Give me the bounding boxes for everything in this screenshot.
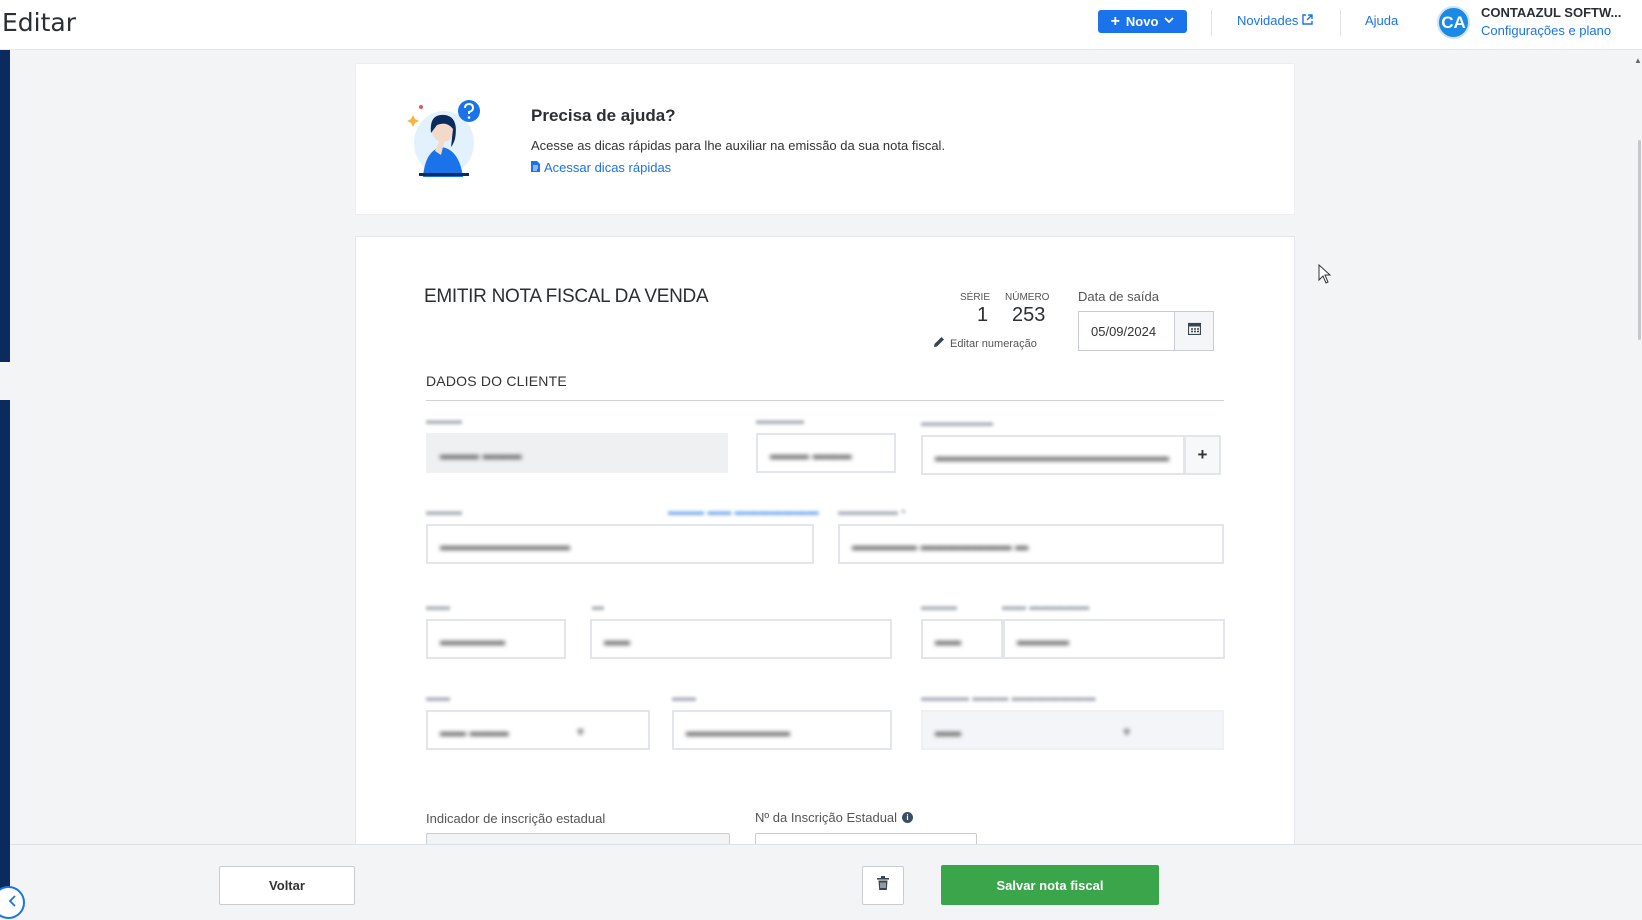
blurred-field[interactable]: ▬▬▬ ▬▬▬ bbox=[756, 433, 896, 473]
blurred-label: ▬▬ bbox=[426, 599, 450, 613]
blurred-label: ▬▬ ▬▬▬▬▬ bbox=[1002, 599, 1090, 613]
trash-icon bbox=[877, 876, 889, 895]
client-field[interactable]: ▬▬▬ ▬▬▬ bbox=[426, 433, 728, 473]
avatar[interactable]: CA bbox=[1437, 6, 1470, 39]
help-illustration-icon bbox=[401, 99, 483, 179]
divider bbox=[1340, 10, 1341, 36]
save-invoice-button[interactable]: Salvar nota fiscal bbox=[941, 865, 1159, 905]
add-button[interactable]: + bbox=[1185, 435, 1221, 475]
calendar-button[interactable] bbox=[1174, 311, 1214, 351]
blurred-field[interactable]: ▬▬▬▬▬▬▬▬▬▬ bbox=[426, 524, 814, 564]
numero-value: 253 bbox=[1012, 304, 1046, 326]
help-link[interactable]: Ajuda bbox=[1365, 13, 1398, 28]
edit-numbering-link[interactable]: Editar numeração bbox=[933, 336, 1037, 351]
blurred-select[interactable]: ▬▬ ▾ bbox=[921, 710, 1224, 750]
back-button[interactable]: Voltar bbox=[219, 866, 355, 905]
blurred-field[interactable]: ▬▬▬▬▬ bbox=[426, 619, 566, 659]
news-link[interactable]: Novidades bbox=[1237, 13, 1314, 28]
quick-tips-label: Acessar dicas rápidas bbox=[544, 160, 672, 175]
scrollbar-thumb[interactable] bbox=[1638, 140, 1641, 340]
section-title: DADOS DO CLIENTE bbox=[426, 373, 567, 389]
document-icon bbox=[531, 160, 540, 175]
state-indicator-label: Indicador de inscrição estadual bbox=[426, 811, 606, 826]
blurred-label: ▬▬▬ bbox=[426, 413, 462, 427]
plus-icon: + bbox=[1197, 445, 1208, 464]
quick-tips-link[interactable]: Acessar dicas rápidas bbox=[531, 160, 671, 175]
blurred-label: ▬▬ bbox=[672, 690, 696, 704]
info-icon[interactable]: i bbox=[902, 812, 914, 823]
company-name[interactable]: CONTAAZUL SOFTW... bbox=[1481, 5, 1621, 20]
blurred-label: ▬▬ bbox=[426, 690, 450, 704]
edit-numbering-label: Editar numeração bbox=[950, 337, 1037, 350]
blurred-field[interactable]: ▬▬▬▬▬▬▬▬▬▬▬▬▬▬▬▬▬▬ bbox=[921, 435, 1185, 475]
invoice-title: EMITIR NOTA FISCAL DA VENDA bbox=[424, 286, 709, 307]
serie-label: SÉRIE bbox=[960, 292, 991, 303]
state-registration-label-group: Nº da Inscrição Estadual i bbox=[755, 810, 914, 825]
news-link-label: Novidades bbox=[1237, 13, 1299, 28]
sidebar-strip bbox=[0, 50, 10, 362]
divider bbox=[1211, 10, 1212, 36]
page-title: Editar bbox=[2, 8, 77, 37]
blurred-field[interactable]: ▬▬ ▬▬▬ ▾ bbox=[426, 710, 650, 750]
blurred-label: ▬▬▬▬ ▬▬▬ ▬▬▬▬▬▬▬ bbox=[921, 690, 1096, 704]
sidebar-strip bbox=[0, 400, 10, 890]
help-text: Acesse as dicas rápidas para lhe auxilia… bbox=[531, 138, 946, 153]
blurred-field[interactable]: ▬▬ bbox=[590, 619, 892, 659]
calendar-icon bbox=[1187, 322, 1201, 340]
blurred-field[interactable]: ▬▬▬▬▬▬▬▬ bbox=[672, 710, 892, 750]
blurred-label: ▬ bbox=[592, 599, 604, 613]
date-input[interactable]: 05/09/2024 bbox=[1078, 311, 1174, 351]
plus-icon: + bbox=[1110, 12, 1120, 30]
numero-label: NÚMERO bbox=[1005, 292, 1050, 303]
serie-value: 1 bbox=[977, 304, 989, 326]
delete-button[interactable] bbox=[862, 866, 904, 905]
top-bar: Editar + Novo Novidades Ajuda CA CONTAAZ… bbox=[0, 0, 1642, 50]
blurred-label: ▬▬▬▬ bbox=[756, 413, 804, 427]
date-label: Data de saída bbox=[1078, 289, 1159, 304]
invoice-card: EMITIR NOTA FISCAL DA VENDA SÉRIE 1 NÚME… bbox=[355, 236, 1295, 853]
blurred-label: ▬▬▬▬▬ ▪ bbox=[838, 504, 906, 518]
blurred-field[interactable]: ▬▬▬▬ bbox=[1003, 619, 1225, 659]
chevron-down-icon bbox=[1164, 16, 1175, 27]
help-card: Precisa de ajuda? Acesse as dicas rápida… bbox=[355, 63, 1295, 215]
section-divider bbox=[426, 400, 1224, 401]
blurred-link[interactable]: ▬▬▬ ▬▬ ▬▬▬▬▬▬▬ bbox=[668, 504, 819, 518]
external-link-icon bbox=[1302, 13, 1314, 28]
state-registration-label: Nº da Inscrição Estadual bbox=[755, 810, 898, 825]
blurred-label: ▬▬▬▬▬▬ bbox=[921, 415, 993, 429]
scroll-up-icon[interactable]: ▲ bbox=[1634, 56, 1642, 65]
mouse-cursor-icon bbox=[1318, 263, 1332, 289]
new-button[interactable]: + Novo bbox=[1098, 10, 1187, 33]
blurred-field[interactable]: ▬▬ bbox=[921, 619, 1003, 659]
new-button-label: Novo bbox=[1125, 14, 1159, 29]
chevron-left-icon bbox=[8, 894, 16, 912]
settings-link[interactable]: Configurações e plano bbox=[1481, 23, 1611, 38]
blurred-field[interactable]: ▬▬▬▬▬ ▬▬▬▬▬▬▬ ▬ bbox=[838, 524, 1224, 564]
blurred-label: ▬▬▬ bbox=[921, 599, 957, 613]
pencil-icon bbox=[933, 336, 945, 351]
help-title: Precisa de ajuda? bbox=[531, 106, 676, 125]
blurred-label: ▬▬▬ bbox=[426, 504, 462, 518]
